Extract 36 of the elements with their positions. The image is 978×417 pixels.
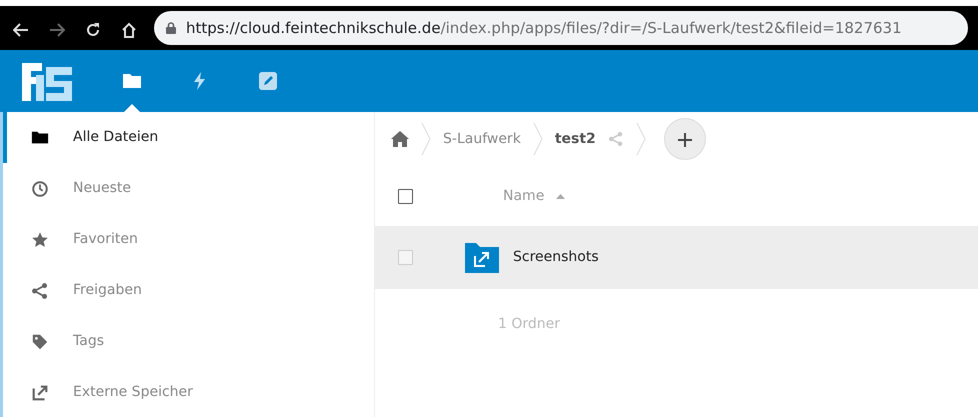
sidebar-item[interactable]: Alle Dateien	[3, 112, 374, 163]
chevron-icon	[636, 122, 646, 156]
home-icon[interactable]	[391, 131, 409, 147]
plus-icon	[676, 132, 693, 148]
home-icon	[121, 22, 137, 38]
left-arrow-icon	[13, 22, 29, 37]
share-icon	[31, 282, 49, 300]
file-count-summary: 1 Ordner	[497, 314, 562, 334]
folder-icon	[122, 71, 142, 91]
folder-icon	[31, 128, 49, 146]
sidebar-item[interactable]: Tags	[3, 316, 374, 367]
breadcrumb-link[interactable]: test2	[554, 128, 596, 150]
chevron-icon	[532, 122, 543, 156]
address-bar[interactable]: https://cloud.feintechnikschule.de/index.php/apps/files/?dir=/S-Laufwerk/test2&fileid=1827631	[154, 11, 968, 45]
sidebar-item[interactable]: Favoriten	[3, 214, 374, 265]
pencil-icon	[258, 71, 278, 91]
star-icon	[31, 230, 49, 248]
right-arrow-icon	[49, 22, 65, 37]
select-all-checkbox[interactable]	[398, 188, 413, 204]
breadcrumb-link[interactable]: S-Laufwerk	[443, 128, 521, 150]
row-checkbox[interactable]	[398, 250, 413, 265]
new-button[interactable]	[664, 118, 706, 160]
sidebar-item[interactable]: Externe Speicher	[3, 367, 374, 417]
column-header[interactable]: Name	[503, 186, 544, 206]
chevron-icon	[421, 122, 431, 156]
file-row[interactable]: Screenshots	[375, 226, 978, 289]
clock-icon	[31, 180, 49, 198]
file-name[interactable]: Screenshots	[513, 247, 599, 268]
sidebar-item[interactable]: Freigaben	[3, 265, 374, 316]
url-text: https://cloud.feintechnikschule.de/index.php/apps/files/?dir=/S-Laufwerk/test2&fileid=1827631	[186, 18, 902, 39]
lock-icon	[166, 22, 176, 34]
sidebar-item[interactable]: Neueste	[3, 163, 374, 214]
shared-folder-icon	[465, 242, 499, 272]
reload-icon	[85, 22, 101, 38]
tag-icon	[31, 332, 49, 350]
external-link-icon	[31, 384, 49, 402]
